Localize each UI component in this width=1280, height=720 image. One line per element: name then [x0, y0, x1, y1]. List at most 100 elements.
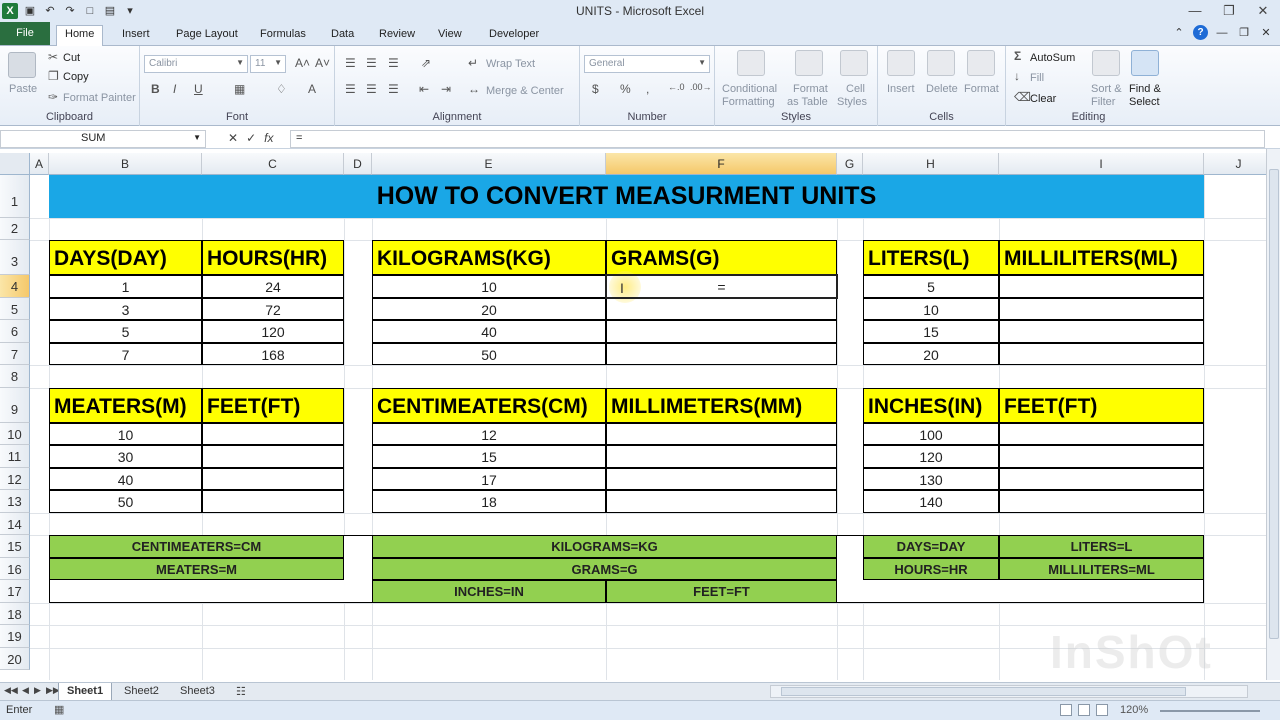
wrap-text-button[interactable]: Wrap Text	[486, 58, 535, 70]
close-icon[interactable]: ✕	[1250, 2, 1276, 20]
table-cell[interactable]: 12	[372, 423, 606, 445]
name-box[interactable]: SUM ▼	[0, 130, 206, 148]
legend-ml[interactable]: MILLILITERS=ML	[999, 558, 1204, 580]
legend-m[interactable]: MEATERS=M	[49, 558, 344, 580]
header-liters[interactable]: LITERS(L)	[863, 240, 999, 275]
select-all-corner[interactable]	[0, 153, 30, 175]
insert-cells-button[interactable]: Insert	[887, 83, 915, 95]
row-header-12[interactable]: 12	[0, 468, 30, 490]
normal-view-icon[interactable]	[1060, 704, 1072, 716]
minimize-ribbon-icon[interactable]: ⌃	[1171, 25, 1187, 41]
table-cell[interactable]: 24	[202, 275, 344, 298]
row-header-16[interactable]: 16	[0, 558, 30, 580]
italic-icon[interactable]: I	[173, 82, 176, 96]
row-header-19[interactable]: 19	[0, 625, 30, 648]
tab-home[interactable]: Home	[56, 25, 104, 46]
column-header-a[interactable]: A	[30, 153, 49, 175]
macro-record-icon[interactable]: ▦	[54, 703, 64, 716]
column-header-b[interactable]: B	[49, 153, 202, 175]
row-header-8[interactable]: 8	[0, 365, 30, 388]
zoom-slider[interactable]	[1160, 710, 1260, 712]
table-cell[interactable]	[202, 490, 344, 513]
header-feet[interactable]: FEET(FT)	[202, 388, 344, 423]
worksheet-grid[interactable]: A B C D E F G H I J 1 2 3 4 5 6 7 8 9 10…	[0, 153, 1266, 680]
row-header-13[interactable]: 13	[0, 490, 30, 513]
column-header-h[interactable]: H	[863, 153, 999, 175]
tab-formulas[interactable]: Formulas	[252, 26, 314, 46]
table-cell[interactable]	[999, 275, 1204, 298]
horizontal-scroll-thumb[interactable]	[781, 687, 1186, 696]
fill-button[interactable]: Fill	[1030, 72, 1044, 84]
row-header-18[interactable]: 18	[0, 603, 30, 625]
find-select-button[interactable]: Find &	[1129, 83, 1161, 95]
minimize-icon[interactable]: —	[1182, 2, 1208, 20]
sheet-tab-1[interactable]: Sheet1	[58, 683, 113, 700]
first-sheet-icon[interactable]: ◀◀	[4, 685, 18, 696]
legend-cm[interactable]: CENTIMEATERS=CM	[49, 535, 344, 558]
cut-button[interactable]: Cut	[63, 52, 80, 64]
table-cell[interactable]: 5	[863, 275, 999, 298]
column-header-j[interactable]: J	[1204, 153, 1266, 175]
column-header-d[interactable]: D	[344, 153, 372, 175]
copy-button[interactable]: Copy	[63, 71, 89, 83]
format-painter-button[interactable]: Format Painter	[63, 92, 136, 104]
autosum-button[interactable]: AutoSum	[1030, 52, 1075, 64]
row-header-20[interactable]: 20	[0, 648, 30, 670]
legend-day[interactable]: DAYS=DAY	[863, 535, 999, 558]
currency-icon[interactable]: $	[592, 82, 599, 96]
decrease-font-icon[interactable]: A˅	[315, 56, 330, 70]
header-centimeaters[interactable]: CENTIMEATERS(CM)	[372, 388, 606, 423]
enter-check-icon[interactable]: ✓	[246, 131, 256, 145]
tab-view[interactable]: View	[430, 26, 470, 46]
table-cell[interactable]: 1	[49, 275, 202, 298]
table-cell[interactable]: 40	[49, 468, 202, 490]
font-color-icon[interactable]: A	[308, 82, 316, 96]
column-header-e[interactable]: E	[372, 153, 606, 175]
increase-indent-icon[interactable]: ⇥	[441, 82, 451, 96]
table-cell[interactable]: 40	[372, 320, 606, 343]
table-cell[interactable]: 10	[372, 275, 606, 298]
legend-kg[interactable]: KILOGRAMS=KG	[372, 535, 837, 558]
next-sheet-icon[interactable]: ▶	[34, 685, 41, 696]
table-cell[interactable]	[202, 445, 344, 468]
legend-hr[interactable]: HOURS=HR	[863, 558, 999, 580]
table-cell[interactable]	[606, 343, 837, 365]
align-center-icon[interactable]: ☰	[366, 82, 377, 96]
table-cell[interactable]: 100	[863, 423, 999, 445]
table-cell[interactable]	[999, 298, 1204, 320]
column-header-i[interactable]: I	[999, 153, 1204, 175]
header-meaters[interactable]: MEATERS(M)	[49, 388, 202, 423]
redo-icon[interactable]: ↷	[62, 3, 78, 19]
font-name-select[interactable]: Calibri ▼	[144, 55, 248, 73]
row-header-4[interactable]: 4	[0, 275, 30, 298]
column-header-f[interactable]: F	[606, 153, 837, 175]
table-cell[interactable]	[202, 468, 344, 490]
tab-developer[interactable]: Developer	[481, 26, 547, 46]
column-header-g[interactable]: G	[837, 153, 863, 175]
align-middle-icon[interactable]: ☰	[366, 56, 377, 70]
insert-function-icon[interactable]: fx	[264, 131, 273, 145]
table-cell[interactable]: 15	[372, 445, 606, 468]
table-cell[interactable]: 17	[372, 468, 606, 490]
table-cell[interactable]: 120	[202, 320, 344, 343]
align-bottom-icon[interactable]: ☰	[388, 56, 399, 70]
tab-page-layout[interactable]: Page Layout	[168, 26, 246, 46]
table-cell[interactable]: 50	[372, 343, 606, 365]
clear-button[interactable]: Clear	[1030, 93, 1056, 105]
undo-icon[interactable]: ↶	[42, 3, 58, 19]
workbook-minimize-icon[interactable]: —	[1214, 25, 1230, 41]
row-header-10[interactable]: 10	[0, 423, 30, 445]
table-cell[interactable]: 72	[202, 298, 344, 320]
table-cell[interactable]	[999, 343, 1204, 365]
header-milliliters[interactable]: MILLILITERS(ML)	[999, 240, 1204, 275]
table-cell[interactable]: 140	[863, 490, 999, 513]
insert-sheet-icon[interactable]: ☷	[236, 685, 246, 698]
table-cell[interactable]: 30	[49, 445, 202, 468]
align-right-icon[interactable]: ☰	[388, 82, 399, 96]
table-cell[interactable]	[999, 320, 1204, 343]
decrease-indent-icon[interactable]: ⇤	[419, 82, 429, 96]
page-break-view-icon[interactable]	[1096, 704, 1108, 716]
tab-file[interactable]: File	[0, 22, 50, 45]
table-cell[interactable]	[606, 468, 837, 490]
table-cell[interactable]: 15	[863, 320, 999, 343]
